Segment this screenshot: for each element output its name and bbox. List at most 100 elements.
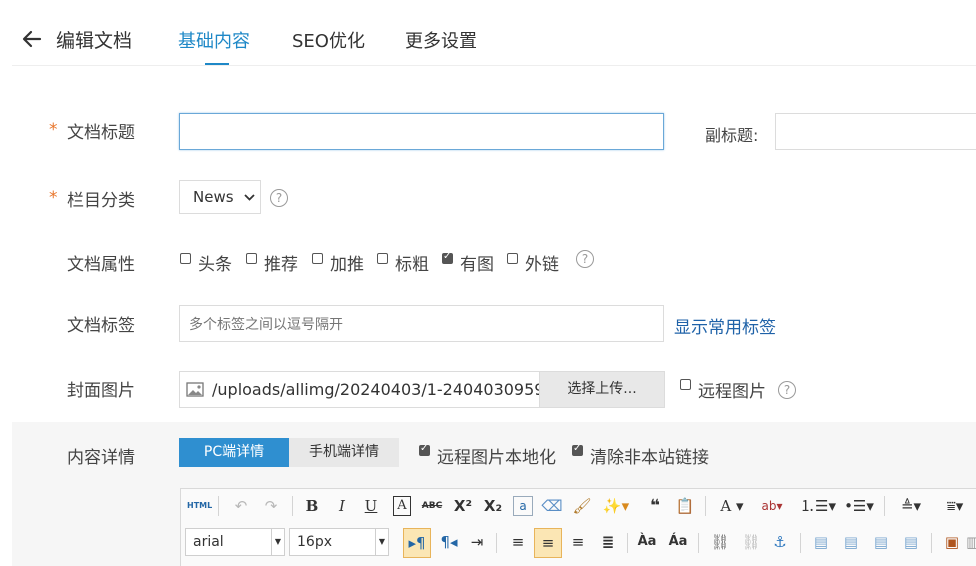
- required-mark: *: [49, 120, 58, 140]
- cover-label: 封面图片: [67, 381, 135, 401]
- line-height-icon[interactable]: ≜▾: [896, 495, 926, 517]
- toolbar-separator: [931, 533, 932, 553]
- font-color-icon[interactable]: A ▾: [716, 495, 748, 517]
- font-size-value: 16px: [297, 534, 332, 550]
- insert-file-icon[interactable]: ▥: [966, 531, 976, 553]
- attr-label-wailian: 外链: [525, 255, 559, 275]
- anchor-icon[interactable]: ⚓: [769, 531, 791, 553]
- attr-checkbox-wailian[interactable]: [507, 253, 518, 264]
- tags-label: 文档标签: [67, 316, 135, 336]
- image-left-icon[interactable]: ▤: [810, 531, 832, 553]
- font-size-select[interactable]: 16px ▼: [289, 528, 389, 556]
- underline-icon[interactable]: U: [362, 495, 380, 517]
- toolbar-separator: [292, 496, 293, 516]
- insert-image-icon[interactable]: ▣: [941, 531, 963, 553]
- doc-title-input[interactable]: [179, 113, 664, 150]
- tab-mobile-detail[interactable]: 手机端详情: [289, 438, 399, 467]
- toolbar-separator: [218, 496, 219, 516]
- tab-seo[interactable]: SEO优化: [292, 27, 365, 53]
- attr-label-jiatui: 加推: [330, 255, 364, 275]
- image-none-icon[interactable]: ▤: [840, 531, 862, 553]
- category-selected-value: News: [193, 188, 234, 206]
- help-icon[interactable]: ?: [778, 381, 796, 399]
- show-common-tags-link[interactable]: 显示常用标签: [674, 313, 776, 338]
- align-justify-icon[interactable]: ≣: [597, 531, 619, 553]
- localize-remote-images-checkbox[interactable]: [419, 443, 430, 456]
- upload-button[interactable]: 选择上传...: [539, 371, 665, 408]
- cover-path-value: /uploads/allimg/20240403/1-2404030959: [212, 380, 540, 399]
- subscript-icon[interactable]: X₂: [482, 495, 504, 517]
- attr-label-toutiao: 头条: [198, 255, 232, 275]
- clear-external-links-checkbox[interactable]: [572, 443, 583, 456]
- attr-checkbox-tuijian[interactable]: [246, 253, 257, 264]
- rtl-direction-icon[interactable]: ¶◂: [437, 531, 461, 553]
- image-right-icon[interactable]: ▤: [870, 531, 892, 553]
- paste-plain-icon[interactable]: 📋: [674, 495, 696, 517]
- magic-format-icon[interactable]: ✨▾: [601, 495, 631, 517]
- background-color-icon[interactable]: ab▾: [757, 495, 787, 517]
- italic-icon[interactable]: I: [333, 495, 351, 517]
- undo-icon[interactable]: ↶: [232, 495, 250, 517]
- attr-label-tuijian: 推荐: [264, 255, 298, 275]
- header-divider: [12, 65, 976, 66]
- attr-checkbox-youtu[interactable]: [442, 251, 453, 264]
- paragraph-spacing-icon[interactable]: ⩸▾: [938, 495, 972, 517]
- help-icon[interactable]: ?: [270, 189, 288, 207]
- attr-checkbox-toutiao[interactable]: [180, 253, 191, 264]
- superscript-icon[interactable]: X²: [452, 495, 474, 517]
- uppercase-icon[interactable]: Àa: [636, 531, 658, 553]
- content-label: 内容详情: [67, 448, 135, 468]
- tab-basic-content[interactable]: 基础内容: [178, 27, 250, 53]
- font-family-select[interactable]: arial ▼: [185, 528, 285, 556]
- arrow-left-icon[interactable]: [20, 27, 44, 51]
- redo-icon[interactable]: ↷: [262, 495, 280, 517]
- html-source-icon[interactable]: HTML: [187, 495, 212, 517]
- attr-label-youtu: 有图: [460, 255, 494, 275]
- attr-label-biaocu: 标粗: [395, 255, 429, 275]
- bold-icon[interactable]: B: [303, 495, 321, 517]
- blockquote-icon[interactable]: ❝: [644, 495, 666, 517]
- toolbar-separator: [705, 496, 706, 516]
- remote-image-checkbox[interactable]: [680, 379, 691, 390]
- attr-checkbox-jiatui[interactable]: [312, 253, 323, 264]
- auto-typeset-icon[interactable]: a: [513, 496, 533, 516]
- align-left-icon[interactable]: ≡: [507, 531, 529, 553]
- font-family-value: arial: [193, 534, 224, 550]
- eraser-icon[interactable]: ⌫: [541, 495, 563, 517]
- format-brush-icon[interactable]: 🖌: [571, 495, 593, 517]
- clear-external-links-label: 清除非本站链接: [590, 448, 709, 468]
- doc-title-label: 文档标题: [67, 123, 135, 143]
- chevron-down-icon: [244, 194, 255, 201]
- attributes-label: 文档属性: [67, 255, 135, 275]
- toolbar-separator: [627, 533, 628, 553]
- subtitle-input[interactable]: [775, 113, 976, 150]
- unordered-list-icon[interactable]: •☰▾: [842, 495, 876, 517]
- lowercase-icon[interactable]: Áa: [667, 531, 689, 553]
- unlink-icon[interactable]: ⛓: [740, 531, 762, 553]
- cover-path-field: /uploads/allimg/20240403/1-2404030959 选择…: [179, 371, 665, 408]
- tab-pc-detail[interactable]: PC端详情: [179, 438, 289, 467]
- font-border-icon[interactable]: A: [393, 496, 411, 516]
- required-mark: *: [49, 188, 58, 208]
- chevron-down-icon: ▼: [375, 529, 388, 555]
- image-icon: [186, 382, 204, 397]
- image-center-icon[interactable]: ▤: [900, 531, 922, 553]
- attr-checkbox-biaocu[interactable]: [377, 253, 388, 264]
- toolbar-separator: [884, 496, 885, 516]
- category-label: 栏目分类: [67, 191, 135, 211]
- ordered-list-icon[interactable]: ⒈☰▾: [800, 495, 836, 517]
- indent-icon[interactable]: ⇥: [466, 531, 488, 553]
- toolbar-separator: [496, 533, 497, 553]
- tags-input[interactable]: [179, 305, 664, 342]
- tab-more-settings[interactable]: 更多设置: [405, 27, 477, 53]
- help-icon[interactable]: ?: [576, 250, 594, 268]
- page-header: [0, 0, 976, 66]
- ltr-direction-icon[interactable]: ▸¶: [403, 528, 431, 558]
- category-select[interactable]: News: [179, 180, 261, 214]
- toolbar-separator: [800, 533, 801, 553]
- subtitle-label: 副标题:: [705, 126, 759, 145]
- align-center-icon[interactable]: ≡: [534, 528, 562, 558]
- strikethrough-icon[interactable]: ABC: [421, 495, 443, 517]
- align-right-icon[interactable]: ≡: [567, 531, 589, 553]
- link-icon[interactable]: ⛓: [709, 531, 731, 553]
